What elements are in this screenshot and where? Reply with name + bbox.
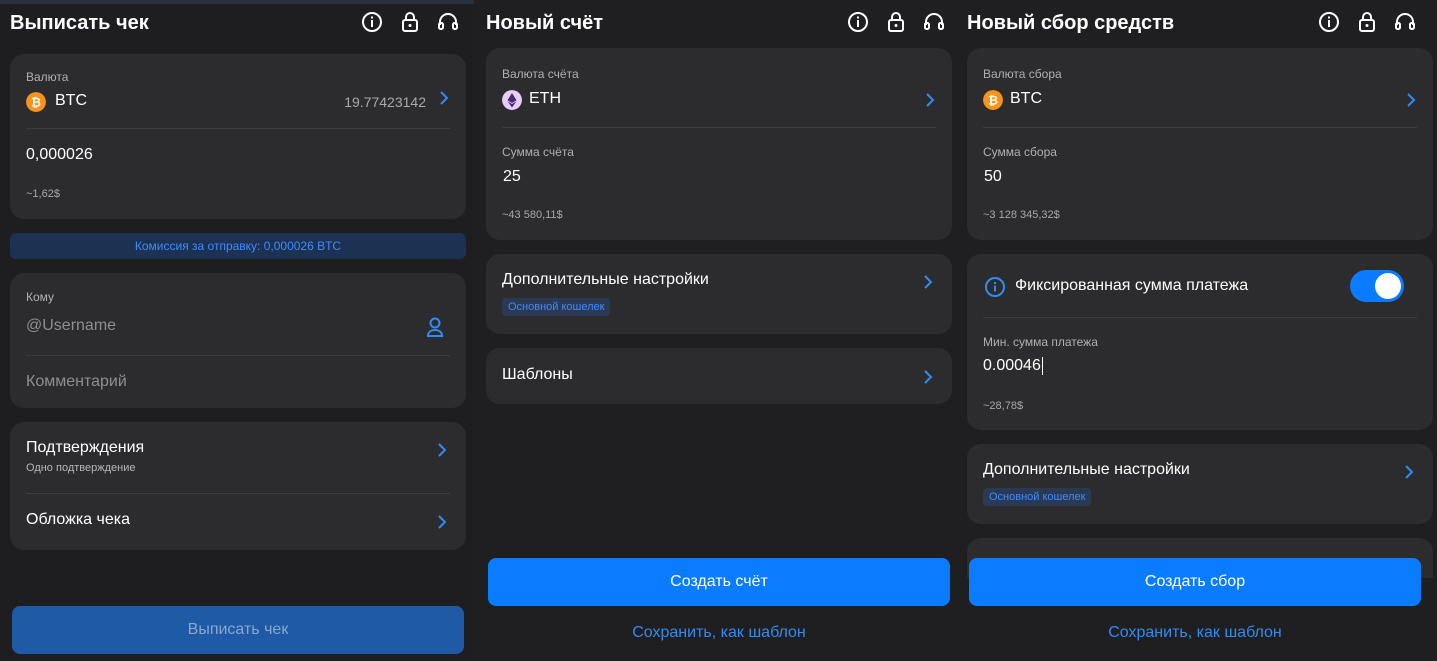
to-label: Кому (26, 290, 55, 304)
lock-icon[interactable] (398, 10, 422, 34)
save-template-link[interactable]: Сохранить, как шаблон (969, 624, 1421, 642)
submit-check-button[interactable]: Выписать чек (12, 606, 464, 654)
page-title: Выписать чек (10, 12, 149, 34)
header: Новый сбор средств (956, 0, 1437, 40)
currency-code: BTC (55, 92, 87, 109)
amount-usd: ~3 128 345,32$ (983, 209, 1060, 221)
fixed-label: Фиксированная сумма платежа (1015, 277, 1249, 294)
recipient-card: Кому @Username Комментарий (10, 273, 466, 408)
bitcoin-icon: ₿ (983, 90, 1003, 110)
header-actions (360, 10, 460, 34)
currency-selector[interactable]: ETH (502, 88, 936, 112)
chevron-right-icon (438, 515, 447, 529)
templates-row[interactable]: Шаблоны (486, 348, 952, 404)
divider (26, 128, 450, 129)
headset-icon[interactable] (922, 10, 946, 34)
create-check-screen: Выписать чек Валюта ₿ BTC 19.77423142 0,… (0, 0, 474, 661)
confirmations-row[interactable]: Подтверждения Одно подтверждение (10, 422, 466, 492)
wallet-tag: Основной кошелек (983, 488, 1092, 506)
header: Новый счёт (474, 0, 956, 40)
save-template-link[interactable]: Сохранить, как шаблон (488, 624, 950, 642)
templates-title: Шаблоны (502, 366, 573, 383)
chevron-right-icon (438, 443, 447, 457)
balance-value: 19.77423142 (344, 94, 426, 110)
currency-amount-card: Валюта ₿ BTC 19.77423142 0,000026 ~1,62$ (10, 54, 466, 219)
new-invoice-screen: Новый счёт Валюта счёта ETH Сумма счёта … (474, 0, 956, 661)
toggle-knob (1375, 273, 1401, 299)
cover-title: Обложка чека (26, 511, 131, 528)
amount-input[interactable]: 25 (503, 168, 521, 186)
chevron-right-icon (1405, 465, 1414, 479)
currency-amount-card: Валюта сбора ₿ BTC Сумма сбора 50 ~3 128… (967, 48, 1433, 240)
lock-icon[interactable] (1355, 10, 1379, 34)
chevron-right-icon (440, 91, 449, 105)
chevron-right-icon (924, 275, 933, 289)
currency-label: Валюта (26, 70, 69, 84)
page-title: Новый сбор средств (967, 12, 1175, 34)
currency-amount-card: Валюта счёта ETH Сумма счёта 25 ~43 580,… (486, 48, 952, 240)
currency-selector[interactable]: ₿ BTC 19.77423142 (26, 90, 450, 114)
advanced-settings-row[interactable]: Дополнительные настройки Основной кошеле… (967, 444, 1433, 524)
comment-input[interactable]: Комментарий (26, 373, 127, 391)
user-icon[interactable] (426, 316, 444, 338)
settings-card: Подтверждения Одно подтверждение Обложка… (10, 422, 466, 550)
advanced-settings-row[interactable]: Дополнительные настройки Основной кошеле… (486, 254, 952, 334)
currency-code: BTC (1010, 90, 1042, 107)
min-value: 0.00046 (983, 357, 1041, 375)
svg-text:₿: ₿ (988, 94, 998, 108)
fixed-toggle[interactable] (1350, 270, 1404, 302)
headset-icon[interactable] (436, 10, 460, 34)
create-fundraiser-button[interactable]: Создать сбор (969, 558, 1421, 606)
chevron-right-icon (1407, 93, 1416, 107)
chevron-right-icon (924, 370, 933, 384)
ethereum-icon (502, 90, 522, 110)
lock-icon[interactable] (884, 10, 908, 34)
currency-label: Валюта счёта (502, 67, 579, 81)
currency-selector[interactable]: ₿ BTC (983, 88, 1417, 112)
divider (502, 127, 936, 128)
divider (983, 127, 1417, 128)
chevron-right-icon (926, 93, 935, 107)
divider (26, 355, 450, 356)
advanced-title: Дополнительные настройки (983, 461, 1190, 478)
info-icon[interactable] (360, 10, 384, 34)
headset-icon[interactable] (1393, 10, 1417, 34)
header-actions (1317, 10, 1417, 34)
new-fundraiser-screen: Новый сбор средств Валюта сбора ₿ BTC Су… (956, 0, 1437, 661)
info-icon (985, 277, 1005, 297)
amount-label: Сумма сбора (983, 145, 1057, 159)
bitcoin-icon: ₿ (26, 92, 46, 112)
page-title: Новый счёт (486, 12, 604, 34)
info-icon[interactable] (1317, 10, 1341, 34)
info-icon[interactable] (846, 10, 870, 34)
min-usd: ~28,78$ (983, 400, 1024, 412)
svg-text:₿: ₿ (31, 96, 41, 110)
create-invoice-button[interactable]: Создать счёт (488, 558, 950, 606)
text-cursor (1041, 357, 1043, 375)
advanced-title: Дополнительные настройки (502, 271, 709, 288)
username-input[interactable]: @Username (26, 317, 116, 335)
divider (983, 317, 1417, 318)
amount-input[interactable]: 0,000026 (26, 146, 93, 164)
header: Выписать чек (0, 0, 474, 40)
min-label: Мин. сумма платежа (983, 335, 1098, 349)
currency-code: ETH (529, 90, 561, 107)
fixed-payment-card: Фиксированная сумма платежа Мин. сумма п… (967, 254, 1433, 430)
amount-usd: ~43 580,11$ (502, 209, 563, 221)
currency-label: Валюта сбора (983, 67, 1062, 81)
amount-input[interactable]: 50 (984, 168, 1002, 186)
cover-row[interactable]: Обложка чека (10, 494, 466, 550)
fee-banner: Комиссия за отправку: 0,000026 BTC (10, 233, 466, 259)
confirmations-title: Подтверждения (26, 439, 145, 456)
amount-usd: ~1,62$ (26, 188, 60, 200)
min-amount-input[interactable]: 0.00046 (983, 357, 1043, 379)
amount-label: Сумма счёта (502, 145, 574, 159)
confirmations-value: Одно подтверждение (26, 462, 136, 474)
header-actions (846, 10, 946, 34)
wallet-tag: Основной кошелек (502, 298, 611, 316)
